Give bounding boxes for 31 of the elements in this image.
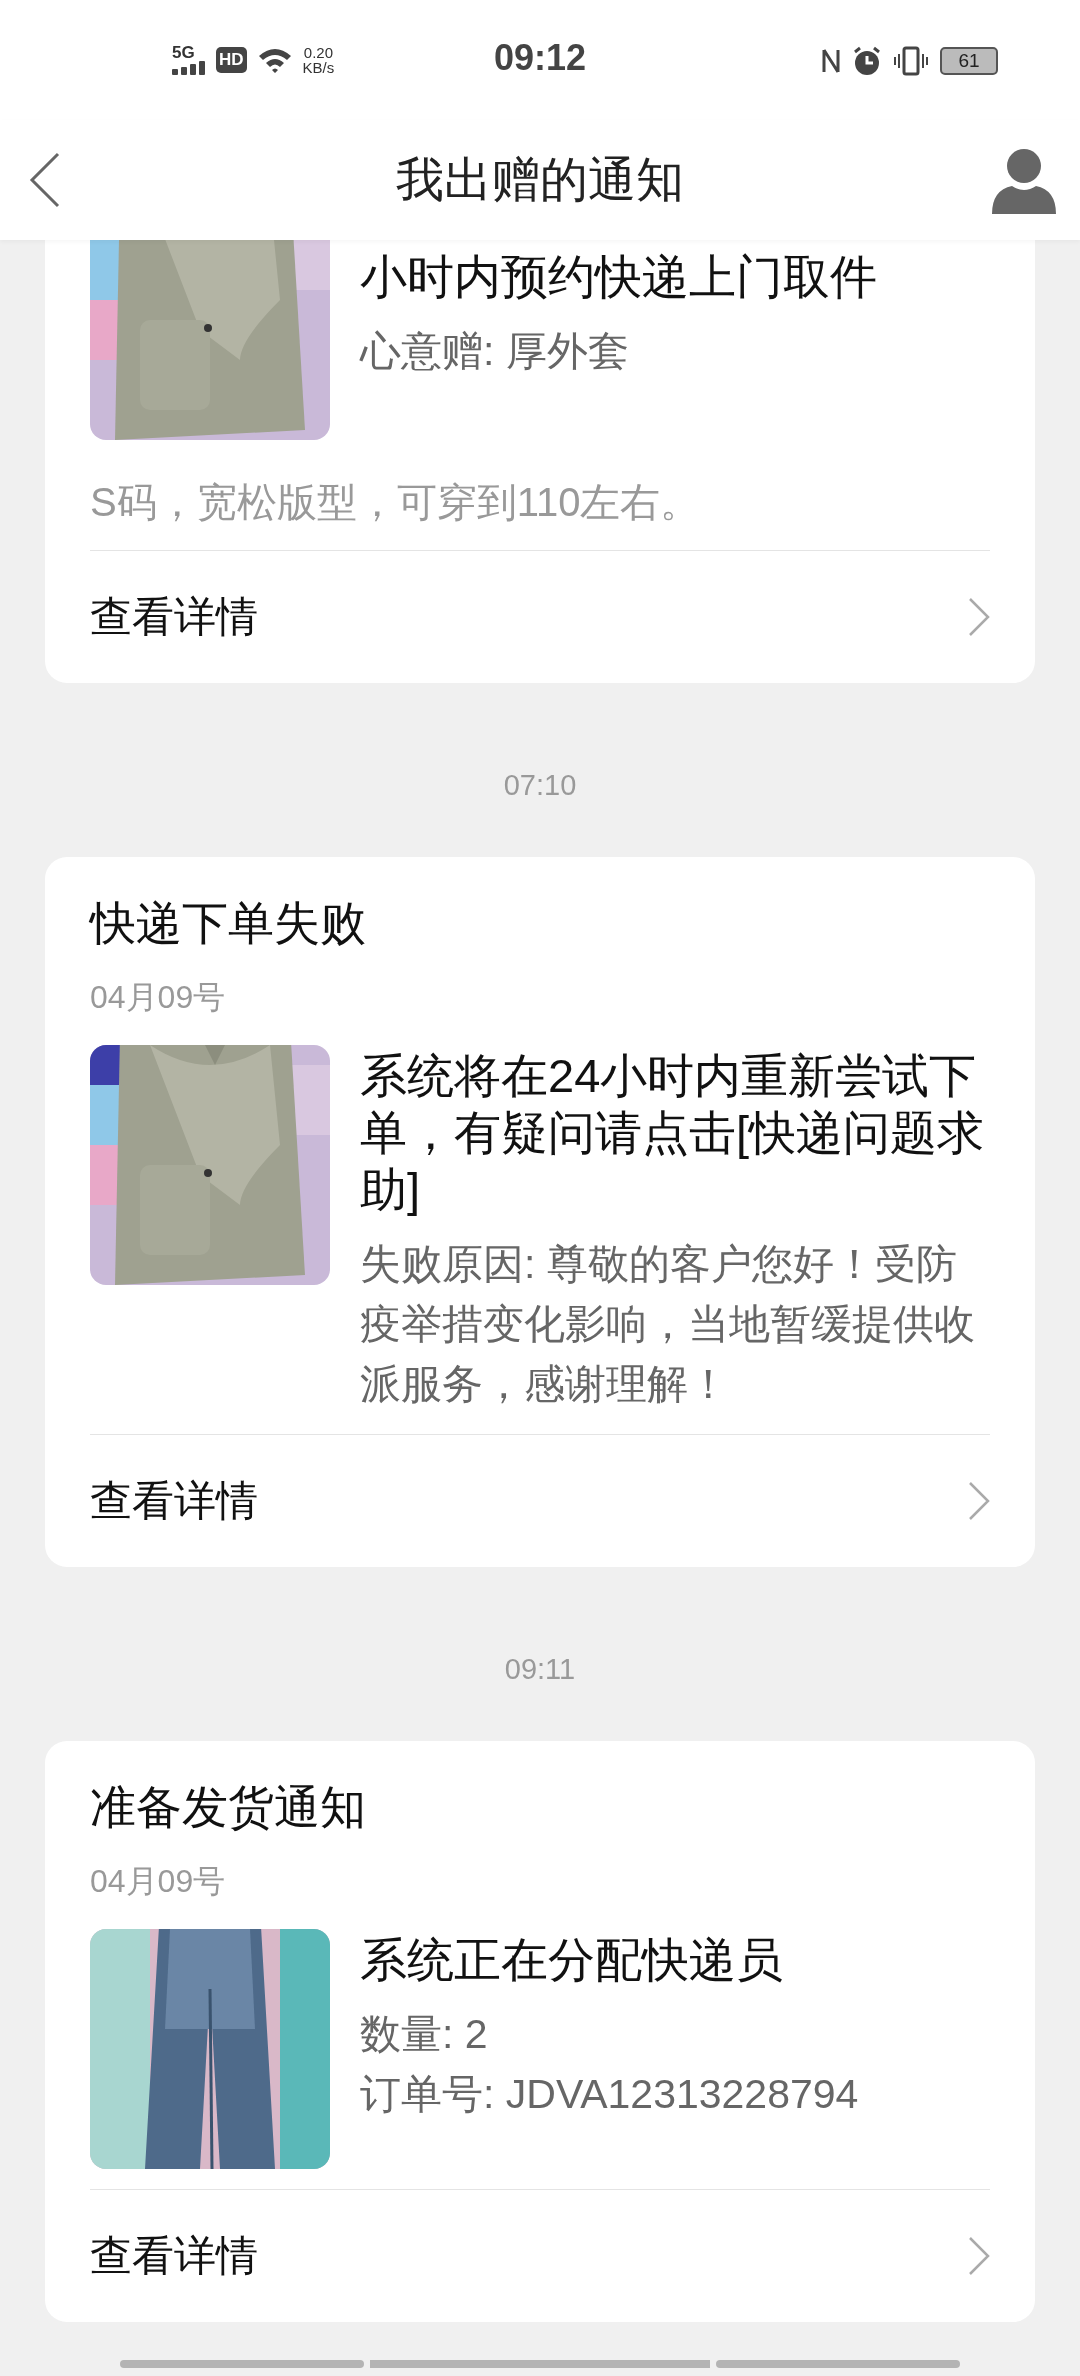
timestamp: 07:10 (503, 768, 577, 803)
vibrate-icon (894, 46, 928, 76)
notice-title: 快递下单失败 (90, 896, 367, 951)
hd-badge: HD (216, 46, 247, 73)
notice-message: 小时内预约快递上门取件 (360, 249, 878, 305)
notice-message: 系统将在24小时内重新尝试下单，有疑问请点击[快递问题求助] (360, 1048, 986, 1218)
view-details-link[interactable]: 查看详情 (90, 1435, 990, 1567)
back-button[interactable] (28, 150, 62, 210)
view-details-link[interactable]: 查看详情 (90, 551, 990, 683)
chevron-right-icon (968, 597, 990, 637)
notice-detail: 失败原因: 尊敬的客户您好！受防疫举措变化影响，当地暂缓提供收派服务，感谢理解！ (360, 1240, 976, 1409)
notice-message: 系统正在分配快递员 (360, 1932, 784, 1988)
network-type: 5G (172, 44, 195, 61)
notice-detail: 数量: 2 (360, 2010, 489, 2059)
alarm-icon (852, 46, 882, 76)
notice-detail: 心意赠: 厚外套 (360, 327, 630, 376)
notice-date: 04月09号 (90, 1862, 227, 1901)
signal-icon (172, 61, 206, 75)
chevron-right-icon (968, 2236, 990, 2276)
clock-time: 09:12 (493, 36, 587, 80)
speed-value: 0.20 (303, 44, 333, 60)
speed-unit: KB/s (302, 59, 335, 75)
battery-icon: 61 (940, 47, 998, 75)
chevron-right-icon (968, 1481, 990, 1521)
notice-title: 准备发货通知 (90, 1780, 367, 1835)
item-description: S码，宽松版型，可穿到110左右。 (90, 479, 702, 526)
notice-date: 04月09号 (90, 978, 227, 1017)
view-details-link[interactable]: 查看详情 (90, 2190, 990, 2322)
timestamp: 09:11 (504, 1652, 576, 1687)
page-title: 我出赠的通知 (396, 152, 684, 208)
notice-detail: 订单号: JDVA12313228794 (360, 2070, 860, 2119)
